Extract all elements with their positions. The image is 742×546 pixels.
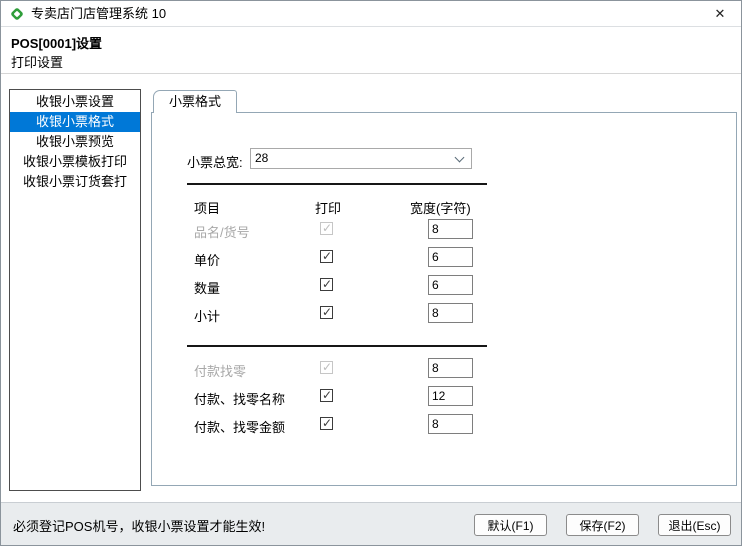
- row-label: 数量: [194, 281, 221, 296]
- receipt-width-value: 28: [255, 151, 269, 165]
- window-title: 专卖店门店管理系统 10: [31, 6, 167, 21]
- print-checkbox[interactable]: [320, 249, 333, 263]
- row-label: 付款、找零名称: [194, 392, 286, 407]
- print-checkbox[interactable]: [320, 221, 333, 235]
- sidebar-item-receipt-format[interactable]: 收银小票格式: [10, 112, 140, 132]
- table-row: 数量: [152, 273, 736, 301]
- receipt-width-select[interactable]: 28: [250, 148, 472, 169]
- column-header-item: 项目: [194, 201, 221, 216]
- print-checkbox[interactable]: [320, 360, 333, 374]
- default-button[interactable]: 默认(F1): [474, 514, 547, 536]
- print-checkbox[interactable]: [320, 388, 333, 402]
- button-label: 默认(F1): [487, 518, 534, 533]
- page-header: POS[0001]设置 打印设置: [1, 27, 741, 74]
- width-input[interactable]: [428, 275, 473, 295]
- row-label: 付款、找零金额: [194, 420, 286, 435]
- print-checkbox[interactable]: [320, 416, 333, 430]
- table-row: 小计: [152, 301, 736, 329]
- table-row: 品名/货号: [152, 217, 736, 245]
- receipt-width-label: 小票总宽:: [187, 155, 243, 170]
- sidebar-item-receipt-template-print[interactable]: 收银小票模板打印: [10, 152, 140, 172]
- column-header-print: 打印: [315, 201, 342, 216]
- payment-print-group: 付款找零 付款、找零名称 付款、找零金额: [152, 356, 736, 440]
- status-bar: 必须登记POS机号，收银小票设置才能生效! 默认(F1) 保存(F2) 退出(E…: [1, 502, 741, 545]
- tab-label: 小票格式: [168, 94, 221, 109]
- receipt-format-panel: 小票总宽: 28 项目 打印 宽度(字符) 品名/货号 单价 数量 小计 付款找…: [151, 112, 737, 486]
- divider: [187, 345, 487, 347]
- sidebar-item-receipt-preview[interactable]: 收银小票预览: [10, 132, 140, 152]
- print-checkbox[interactable]: [320, 305, 333, 319]
- tab-receipt-format[interactable]: 小票格式: [153, 90, 237, 113]
- width-input[interactable]: [428, 303, 473, 323]
- print-checkbox[interactable]: [320, 277, 333, 291]
- width-input[interactable]: [428, 414, 473, 434]
- pos-settings-title: POS[0001]设置: [11, 36, 103, 51]
- divider: [187, 183, 487, 185]
- row-label: 付款找零: [194, 364, 247, 379]
- button-label: 退出(Esc): [668, 518, 721, 533]
- sidebar-item-receipt-order-print[interactable]: 收银小票订货套打: [10, 172, 140, 192]
- sidebar-item-label: 收银小票设置: [35, 94, 114, 109]
- status-message: 必须登记POS机号，收银小票设置才能生效!: [13, 519, 266, 534]
- dialog-buttons: 默认(F1) 保存(F2) 退出(Esc): [474, 514, 731, 536]
- column-header-width: 宽度(字符): [410, 201, 471, 216]
- sidebar-item-label: 收银小票模板打印: [22, 154, 127, 169]
- sidebar-item-label: 收银小票订货套打: [22, 174, 127, 189]
- table-row: 付款、找零金额: [152, 412, 736, 440]
- button-label: 保存(F2): [579, 518, 626, 533]
- print-settings-subtitle: 打印设置: [11, 55, 64, 70]
- save-button[interactable]: 保存(F2): [566, 514, 639, 536]
- row-label: 小计: [194, 309, 221, 324]
- app-window: 专卖店门店管理系统 10 ✕ POS[0001]设置 打印设置 收银小票设置 收…: [0, 0, 742, 546]
- sidebar-item-receipt-settings[interactable]: 收银小票设置: [10, 92, 140, 112]
- table-header: 项目 打印 宽度(字符): [152, 198, 736, 216]
- row-label: 品名/货号: [194, 225, 250, 240]
- close-icon[interactable]: ✕: [699, 1, 741, 26]
- width-input[interactable]: [428, 247, 473, 267]
- sidebar-item-label: 收银小票格式: [35, 114, 114, 129]
- title-bar: 专卖店门店管理系统 10 ✕: [1, 1, 741, 27]
- item-print-group: 品名/货号 单价 数量 小计: [152, 217, 736, 329]
- chevron-down-icon: [454, 152, 465, 163]
- width-input[interactable]: [428, 358, 473, 378]
- table-row: 付款、找零名称: [152, 384, 736, 412]
- width-input[interactable]: [428, 219, 473, 239]
- row-label: 单价: [194, 253, 221, 268]
- table-row: 单价: [152, 245, 736, 273]
- exit-button[interactable]: 退出(Esc): [658, 514, 731, 536]
- sidebar-item-label: 收银小票预览: [35, 134, 114, 149]
- app-logo-icon: [9, 6, 25, 22]
- settings-nav-list: 收银小票设置 收银小票格式 收银小票预览 收银小票模板打印 收银小票订货套打: [9, 89, 141, 491]
- width-input[interactable]: [428, 386, 473, 406]
- table-row: 付款找零: [152, 356, 736, 384]
